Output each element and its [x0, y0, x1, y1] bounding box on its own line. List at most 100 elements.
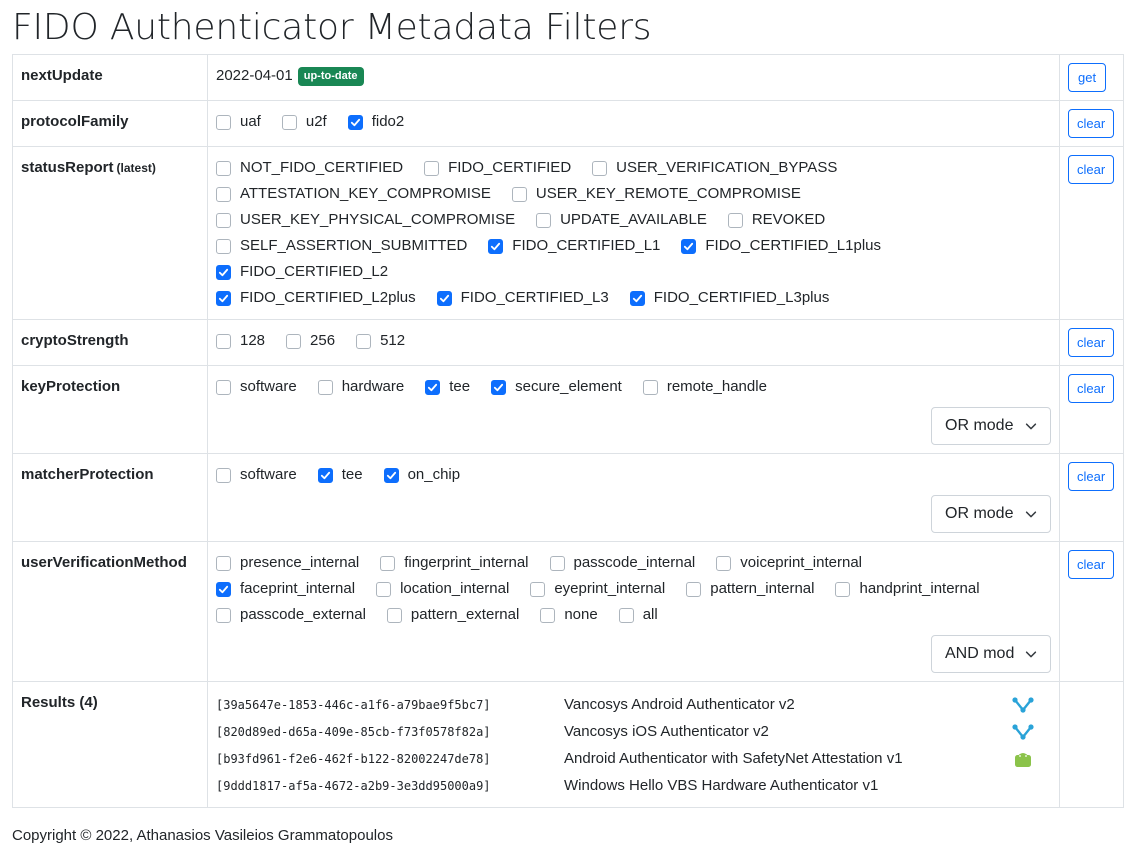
- mode-select[interactable]: AND mod: [931, 635, 1051, 673]
- checkbox-option[interactable]: fingerprint_internal: [380, 550, 529, 576]
- clear-button[interactable]: clear: [1068, 328, 1115, 357]
- checkbox-unchecked[interactable]: [511, 186, 527, 202]
- checkbox-checked[interactable]: [425, 379, 441, 395]
- list-item[interactable]: [39a5647e-1853-446c-a1f6-a79bae9f5bc7] Va…: [216, 691, 1046, 718]
- checkbox-option[interactable]: handprint_internal: [835, 576, 980, 602]
- checkbox-option[interactable]: USER_VERIFICATION_BYPASS: [592, 155, 837, 181]
- checkbox-option[interactable]: none: [540, 602, 598, 628]
- checkbox-option[interactable]: uaf: [216, 109, 261, 135]
- checkbox-option[interactable]: FIDO_CERTIFIED_L1: [488, 233, 660, 259]
- checkbox-option[interactable]: presence_internal: [216, 550, 359, 576]
- checkbox-unchecked[interactable]: [386, 607, 402, 623]
- checkbox-unchecked[interactable]: [835, 581, 851, 597]
- checkbox-unchecked[interactable]: [549, 555, 565, 571]
- checkbox-option[interactable]: voiceprint_internal: [716, 550, 862, 576]
- authenticator-name[interactable]: Vancosys iOS Authenticator v2: [564, 719, 1012, 745]
- checkbox-unchecked[interactable]: [380, 555, 396, 571]
- checkbox-option[interactable]: all: [618, 602, 658, 628]
- checkbox-unchecked[interactable]: [530, 581, 546, 597]
- checkbox-checked[interactable]: [347, 114, 363, 130]
- checkbox-option[interactable]: hardware: [317, 374, 404, 400]
- checkbox-unchecked[interactable]: [716, 555, 732, 571]
- authenticator-name[interactable]: Vancosys Android Authenticator v2: [564, 692, 1012, 718]
- checkbox-unchecked[interactable]: [686, 581, 702, 597]
- checkbox-option[interactable]: software: [216, 374, 297, 400]
- checkbox-checked[interactable]: [216, 290, 231, 306]
- checkbox-checked[interactable]: [629, 290, 645, 306]
- checkbox-option[interactable]: eyeprint_internal: [530, 576, 665, 602]
- checkbox-unchecked[interactable]: [281, 114, 297, 130]
- clear-button[interactable]: clear: [1068, 550, 1115, 579]
- checkbox-option[interactable]: REVOKED: [727, 207, 825, 233]
- checkbox-unchecked[interactable]: [642, 379, 658, 395]
- checkbox-option[interactable]: pattern_external: [386, 602, 519, 628]
- checkbox-option[interactable]: FIDO_CERTIFIED_L2: [216, 259, 388, 285]
- checkbox-checked[interactable]: [216, 581, 231, 597]
- clear-button[interactable]: clear: [1068, 109, 1115, 138]
- checkbox-option[interactable]: 512: [356, 328, 405, 354]
- checkbox-option[interactable]: SELF_ASSERTION_SUBMITTED: [216, 233, 467, 259]
- mode-select[interactable]: OR mode: [931, 495, 1051, 533]
- checkbox-unchecked[interactable]: [317, 379, 333, 395]
- checkbox-option[interactable]: remote_handle: [642, 374, 767, 400]
- checkbox-option[interactable]: ATTESTATION_KEY_COMPROMISE: [216, 181, 491, 207]
- clear-button[interactable]: clear: [1068, 155, 1115, 184]
- checkbox-option[interactable]: USER_KEY_PHYSICAL_COMPROMISE: [216, 207, 515, 233]
- checkbox-option[interactable]: on_chip: [383, 462, 460, 488]
- checkbox-option[interactable]: FIDO_CERTIFIED_L1plus: [681, 233, 881, 259]
- checkbox-option[interactable]: NOT_FIDO_CERTIFIED: [216, 155, 403, 181]
- checkbox-checked[interactable]: [491, 379, 507, 395]
- checkbox-unchecked[interactable]: [216, 238, 231, 254]
- checkbox-option[interactable]: tee: [317, 462, 363, 488]
- authenticator-name[interactable]: Android Authenticator with SafetyNet Att…: [564, 746, 1012, 772]
- checkbox-checked[interactable]: [436, 290, 452, 306]
- checkbox-option[interactable]: tee: [425, 374, 470, 400]
- checkbox-option[interactable]: location_internal: [376, 576, 509, 602]
- checkbox-unchecked[interactable]: [540, 607, 556, 623]
- checkbox-option[interactable]: passcode_internal: [549, 550, 695, 576]
- checkbox-option[interactable]: fido2: [347, 109, 404, 135]
- checkbox-unchecked[interactable]: [216, 212, 231, 228]
- list-item[interactable]: [820d89ed-d65a-409e-85cb-f73f0578f82a] Va…: [216, 718, 1046, 745]
- checkbox-option[interactable]: 256: [286, 328, 335, 354]
- checkbox-option[interactable]: USER_KEY_REMOTE_COMPROMISE: [511, 181, 801, 207]
- clear-button[interactable]: clear: [1068, 374, 1115, 403]
- checkbox-unchecked[interactable]: [216, 607, 231, 623]
- checkbox-unchecked[interactable]: [424, 160, 440, 176]
- checkbox-unchecked[interactable]: [592, 160, 608, 176]
- checkbox-checked[interactable]: [681, 238, 697, 254]
- list-item[interactable]: [9ddd1817-af5a-4672-a2b9-3e3dd95000a9] Wi…: [216, 772, 1046, 799]
- checkbox-option[interactable]: pattern_internal: [686, 576, 814, 602]
- checkbox-unchecked[interactable]: [216, 333, 231, 349]
- checkbox-unchecked[interactable]: [376, 581, 392, 597]
- checkbox-unchecked[interactable]: [216, 555, 231, 571]
- mode-select[interactable]: OR mode: [931, 407, 1051, 445]
- checkbox-option[interactable]: FIDO_CERTIFIED_L3: [436, 285, 609, 311]
- checkbox-unchecked[interactable]: [618, 607, 634, 623]
- checkbox-option[interactable]: FIDO_CERTIFIED_L3plus: [629, 285, 829, 311]
- checkbox-option[interactable]: u2f: [281, 109, 327, 135]
- checkbox-checked[interactable]: [383, 467, 399, 483]
- checkbox-unchecked[interactable]: [216, 114, 231, 130]
- checkbox-option[interactable]: software: [216, 462, 297, 488]
- checkbox-checked[interactable]: [317, 467, 333, 483]
- checkbox-unchecked[interactable]: [216, 186, 231, 202]
- checkbox-unchecked[interactable]: [286, 333, 302, 349]
- checkbox-option[interactable]: FIDO_CERTIFIED_L2plus: [216, 285, 416, 311]
- checkbox-option[interactable]: UPDATE_AVAILABLE: [536, 207, 707, 233]
- checkbox-unchecked[interactable]: [536, 212, 552, 228]
- checkbox-option[interactable]: 128: [216, 328, 265, 354]
- checkbox-option[interactable]: passcode_external: [216, 602, 366, 628]
- authenticator-name[interactable]: Windows Hello VBS Hardware Authenticator…: [564, 773, 1012, 799]
- checkbox-unchecked[interactable]: [356, 333, 372, 349]
- checkbox-unchecked[interactable]: [727, 212, 743, 228]
- checkbox-checked[interactable]: [488, 238, 504, 254]
- checkbox-unchecked[interactable]: [216, 467, 231, 483]
- clear-button[interactable]: clear: [1068, 462, 1115, 491]
- get-button[interactable]: get: [1068, 63, 1107, 92]
- checkbox-option[interactable]: FIDO_CERTIFIED: [424, 155, 571, 181]
- checkbox-option[interactable]: secure_element: [491, 374, 622, 400]
- list-item[interactable]: [b93fd961-f2e6-462f-b122-82002247de78] An…: [216, 745, 1046, 772]
- checkbox-checked[interactable]: [216, 264, 231, 280]
- checkbox-option[interactable]: faceprint_internal: [216, 576, 355, 602]
